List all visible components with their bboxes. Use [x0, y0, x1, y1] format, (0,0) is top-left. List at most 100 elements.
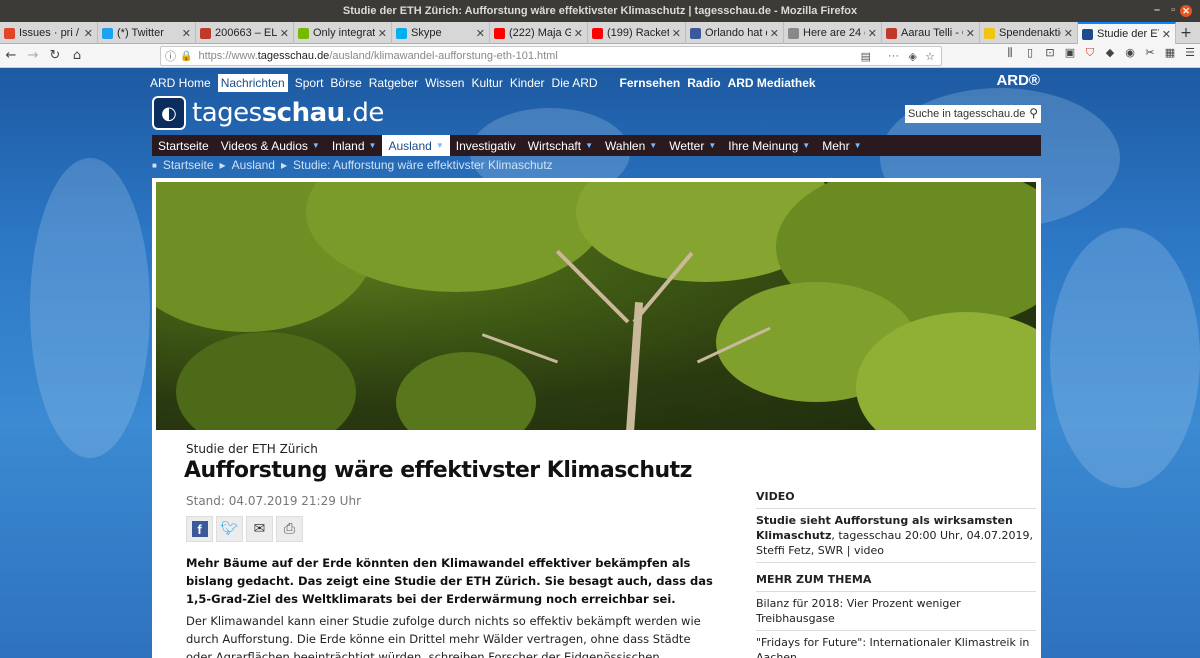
url-prefix: https://www. — [198, 50, 258, 62]
menu-item-wetter[interactable]: Wetter ▼ — [663, 135, 722, 156]
record-icon[interactable]: ◉ — [1120, 46, 1140, 60]
ard-link-mediathek[interactable]: ARD Mediathek — [728, 76, 816, 90]
page-actions-icon[interactable]: ··· — [888, 50, 899, 62]
home-icon[interactable]: ⌂ — [66, 48, 88, 63]
reader-view-icon[interactable]: ▤ — [861, 50, 871, 63]
tab-close-icon[interactable]: ✕ — [574, 27, 583, 40]
print-button[interactable]: ⎙ — [276, 516, 303, 542]
browser-tab[interactable]: (*) Twitter ✕ — [98, 22, 196, 44]
tab-close-icon[interactable]: ✕ — [966, 27, 975, 40]
ard-link-nachrichten[interactable]: Nachrichten — [217, 74, 288, 92]
twitter-icon: 🐦︎ — [220, 521, 239, 537]
sidebar-more-link[interactable]: Bilanz für 2018: Vier Prozent weniger Tr… — [756, 592, 1036, 631]
browser-tab[interactable]: Spendenaktion✕ — [980, 22, 1078, 44]
breadcrumb-item-ausland[interactable]: Ausland — [232, 158, 275, 172]
menu-item-ausland[interactable]: Ausland ▼ — [382, 135, 450, 156]
twitter-share-button[interactable]: 🐦︎ — [216, 516, 243, 542]
tab-close-icon[interactable]: ✕ — [378, 27, 387, 40]
tab-close-icon[interactable]: ✕ — [182, 27, 191, 40]
back-icon[interactable]: ← — [0, 48, 22, 63]
tab-close-icon[interactable]: ✕ — [1064, 27, 1073, 40]
ard-link-wissen[interactable]: Wissen — [425, 76, 464, 90]
search-icon[interactable]: ⚲ — [1029, 106, 1038, 120]
ard-link-sport[interactable]: Sport — [295, 76, 324, 90]
new-tab-button[interactable]: + — [1176, 22, 1196, 43]
library-icon[interactable]: ⫼ — [1000, 46, 1020, 60]
menu-item-wahlen[interactable]: Wahlen ▼ — [599, 135, 663, 156]
breadcrumb-item-current[interactable]: Studie: Aufforstung wäre effektivster Kl… — [293, 158, 553, 172]
menu-item-videos-audios[interactable]: Videos & Audios ▼ — [215, 135, 326, 156]
ard-link-home[interactable]: ARD Home — [150, 76, 211, 90]
url-host: tagesschau.de — [257, 50, 330, 62]
tab-close-icon[interactable]: ✕ — [84, 27, 93, 40]
tagesschau-logo-text: tagesschau.de — [192, 98, 384, 128]
browser-tab[interactable]: Aarau Telli - Co✕ — [882, 22, 980, 44]
menu-item-inland[interactable]: Inland ▼ — [326, 135, 383, 156]
tab-close-icon[interactable]: ✕ — [280, 27, 289, 40]
container-icon[interactable]: ▣ — [1060, 46, 1080, 60]
tab-close-icon[interactable]: ✕ — [1162, 28, 1171, 41]
browser-tab[interactable]: (222) Maja Gö✕ — [490, 22, 588, 44]
tab-close-icon[interactable]: ✕ — [770, 27, 779, 40]
menu-item-startseite[interactable]: Startseite — [152, 135, 215, 156]
ard-link-kinder[interactable]: Kinder — [510, 76, 545, 90]
reload-icon[interactable]: ↻ — [44, 48, 66, 63]
maximize-icon[interactable]: ▫ — [1171, 4, 1175, 16]
breadcrumb-item-startseite[interactable]: Startseite — [163, 158, 214, 172]
search-input[interactable]: Suche in tagesschau.de ⚲ — [905, 105, 1041, 123]
sidebar-more-link[interactable]: "Fridays for Future": Internationaler Kl… — [756, 631, 1036, 658]
dropdown-arrow-icon: ▼ — [368, 141, 377, 150]
bookmark-star-icon[interactable]: ☆ — [925, 50, 935, 63]
ard-link-fernsehen[interactable]: Fernsehen — [620, 76, 681, 90]
tab-close-icon[interactable]: ✕ — [672, 27, 681, 40]
minimize-icon[interactable]: – — [1154, 4, 1160, 16]
pocket-icon[interactable]: ◈ — [909, 50, 917, 63]
web-page: ARD Home Nachrichten Sport Börse Ratgebe… — [0, 68, 1200, 658]
browser-tab[interactable]: 200663 – ELAN✕ — [196, 22, 294, 44]
browser-tab[interactable]: Here are 24 co✕ — [784, 22, 882, 44]
tab-close-icon[interactable]: ✕ — [868, 27, 877, 40]
facebook-share-button[interactable]: f — [186, 516, 213, 542]
menu-item-label: Videos & Audios — [220, 138, 308, 153]
forward-icon[interactable]: → — [22, 48, 44, 63]
browser-tab[interactable]: Orlando hat di✕ — [686, 22, 784, 44]
menu-item-ihre-meinung[interactable]: Ihre Meinung ▼ — [722, 135, 816, 156]
close-window-icon[interactable]: ✕ — [1180, 5, 1192, 17]
article-headline: Aufforstung wäre effektivster Klimaschut… — [184, 458, 692, 483]
sidebar-video-item[interactable]: Studie sieht Aufforstung als wirksamsten… — [756, 509, 1036, 563]
sidebar-video-heading: VIDEO — [756, 490, 1036, 509]
ard-link-die-ard[interactable]: Die ARD — [552, 76, 598, 90]
ard-link-ratgeber[interactable]: Ratgeber — [369, 76, 418, 90]
dropdown-arrow-icon: ▼ — [853, 141, 862, 150]
extension-icon[interactable]: ⊡ — [1040, 46, 1060, 60]
shield-icon[interactable]: ◆ — [1100, 46, 1120, 60]
browser-tab[interactable]: Skype ✕ — [392, 22, 490, 44]
sidebar-icon[interactable]: ▯ — [1020, 46, 1040, 60]
tagesschau-logo[interactable]: ◐ tagesschau.de — [152, 96, 384, 130]
email-icon: ✉ — [253, 521, 266, 537]
ard-link-kultur[interactable]: Kultur — [471, 76, 502, 90]
ard-logo[interactable]: ARD® — [996, 72, 1040, 89]
grid-icon[interactable]: ▦ — [1160, 46, 1180, 60]
menu-item-mehr[interactable]: Mehr ▼ — [816, 135, 867, 156]
info-icon[interactable]: ⓘ — [165, 48, 176, 64]
tab-close-icon[interactable]: ✕ — [476, 27, 485, 40]
browser-tab[interactable]: Only integrate ✕ — [294, 22, 392, 44]
ard-link-boerse[interactable]: Börse — [330, 76, 361, 90]
ard-link-radio[interactable]: Radio — [687, 76, 720, 90]
browser-tab[interactable]: Issues · pri / pr✕ — [0, 22, 98, 44]
menu-item-investigativ[interactable]: Investigativ — [450, 135, 522, 156]
browser-tab[interactable]: Studie der ETH✕ — [1078, 22, 1176, 44]
menu-item-label: Ihre Meinung — [728, 138, 799, 153]
foliage — [176, 332, 356, 430]
menu-item-wirtschaft[interactable]: Wirtschaft ▼ — [522, 135, 599, 156]
browser-tab[interactable]: (199) Racketee✕ — [588, 22, 686, 44]
ublock-icon[interactable]: ⛉ — [1080, 46, 1100, 60]
email-share-button[interactable]: ✉ — [246, 516, 273, 542]
menu-item-label: Wetter — [669, 138, 705, 153]
tab-label: Skype — [411, 27, 442, 39]
screenshot-icon[interactable]: ✂ — [1140, 46, 1160, 60]
url-bar[interactable]: ⓘ 🔒 https://www. tagesschau.de /ausland/… — [160, 46, 942, 66]
menu-icon[interactable]: ☰ — [1180, 46, 1200, 60]
menu-item-label: Mehr — [822, 138, 850, 153]
